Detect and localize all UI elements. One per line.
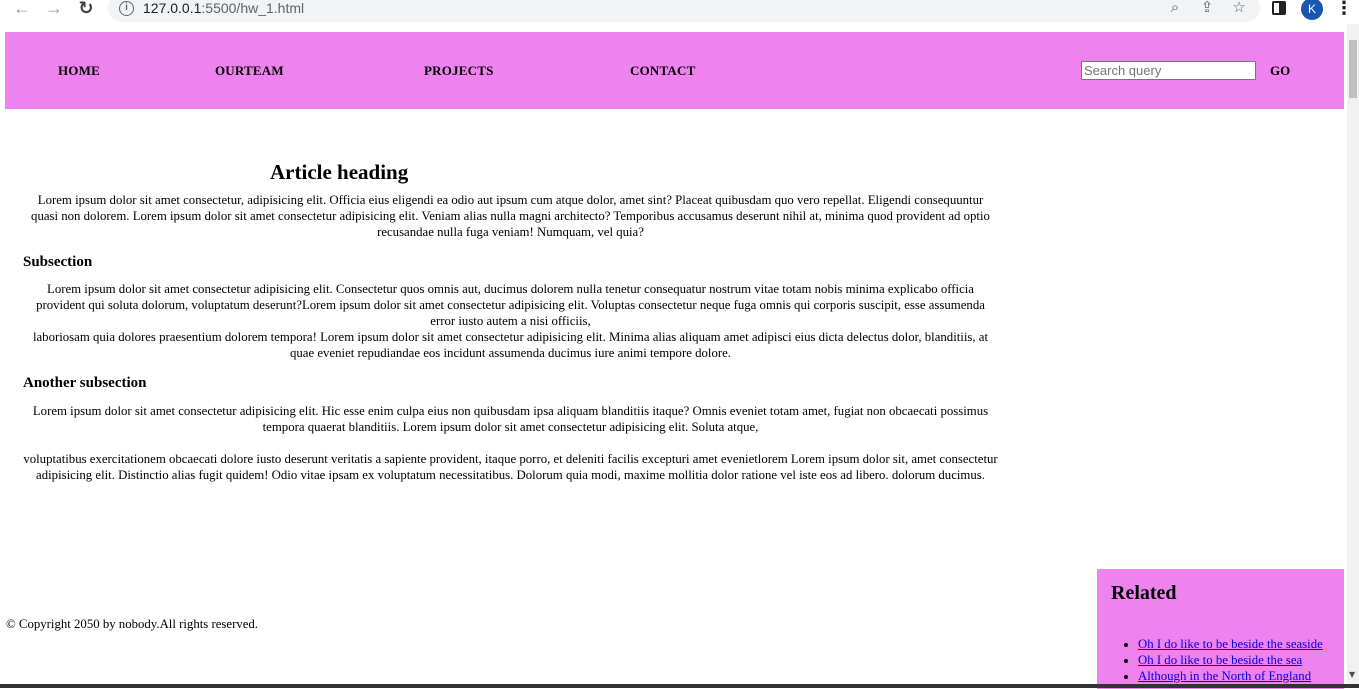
- address-bar[interactable]: i 127.0.0.1:5500/hw_1.html ⌕ ⇪ ☆: [108, 0, 1260, 22]
- zoom-icon[interactable]: ⌕: [1166, 0, 1184, 18]
- article-heading: Article heading: [270, 160, 409, 184]
- subsection-heading: Subsection: [23, 254, 93, 270]
- related-heading: Related: [1111, 582, 1177, 604]
- url-host: 127.0.0.1: [143, 0, 202, 16]
- related-link-seaside[interactable]: Oh I do like to be beside the seaside: [1138, 637, 1323, 651]
- page-content: HOME OURTEAM PROJECTS CONTACT GO Article…: [0, 24, 1359, 689]
- bookmark-star-icon[interactable]: ☆: [1230, 0, 1248, 18]
- related-item: Oh I do like to be beside the sea: [1138, 652, 1323, 668]
- article: Article heading Lorem ipsum dolor sit am…: [23, 158, 998, 483]
- url-text[interactable]: 127.0.0.1:5500/hw_1.html: [143, 0, 304, 16]
- footer-copyright: © Copyright 2050 by nobody.All rights re…: [6, 617, 259, 631]
- site-header: HOME OURTEAM PROJECTS CONTACT GO: [5, 32, 1344, 109]
- related-item: Oh I do like to be beside the seaside: [1138, 636, 1323, 652]
- another-subsection-paragraph-1: Lorem ipsum dolor sit amet consectetur a…: [32, 404, 989, 434]
- related-panel: Related Oh I do like to be beside the se…: [1097, 569, 1344, 689]
- related-item: Although in the North of England: [1138, 668, 1323, 684]
- browser-menu-icon[interactable]: ⋮: [1335, 0, 1353, 19]
- reload-icon[interactable]: ↻: [74, 0, 98, 18]
- search-input[interactable]: [1081, 61, 1256, 80]
- nav-projects[interactable]: PROJECTS: [424, 63, 494, 79]
- subsection-paragraph: Lorem ipsum dolor sit amet consectetur a…: [23, 281, 998, 361]
- subsection-line-1: Lorem ipsum dolor sit amet consectetur a…: [36, 282, 985, 328]
- vertical-scrollbar[interactable]: ▼: [1347, 24, 1359, 688]
- forward-arrow-icon[interactable]: →: [42, 0, 66, 18]
- another-subsection-heading: Another subsection: [23, 375, 147, 391]
- scroll-down-arrow-icon[interactable]: ▼: [1349, 670, 1355, 679]
- back-arrow-icon[interactable]: ←: [10, 0, 34, 18]
- scrollbar-thumb[interactable]: [1349, 40, 1357, 98]
- browser-toolbar: ← → ↻ i 127.0.0.1:5500/hw_1.html ⌕ ⇪ ☆ K…: [0, 0, 1359, 24]
- related-links-list: Oh I do like to be beside the seaside Oh…: [1111, 636, 1323, 684]
- related-link-north-england[interactable]: Although in the North of England: [1138, 669, 1311, 683]
- nav-ourteam[interactable]: OURTEAM: [215, 63, 284, 79]
- subsection-line-2: laboriosam quia dolores praesentium dolo…: [32, 330, 989, 360]
- go-button[interactable]: GO: [1270, 63, 1290, 79]
- article-intro: Lorem ipsum dolor sit amet consectetur, …: [31, 193, 990, 239]
- nav-home[interactable]: HOME: [58, 63, 100, 79]
- related-link-sea[interactable]: Oh I do like to be beside the sea: [1138, 653, 1302, 667]
- site-info-icon[interactable]: i: [119, 1, 134, 16]
- nav-contact[interactable]: CONTACT: [630, 63, 695, 79]
- another-subsection-paragraph-2: voluptatibus exercitationem obcaecati do…: [23, 452, 998, 482]
- url-path: :5500/hw_1.html: [201, 0, 305, 16]
- profile-avatar[interactable]: K: [1301, 0, 1323, 20]
- share-icon[interactable]: ⇪: [1198, 0, 1216, 18]
- window-bottom-edge: [0, 684, 1359, 688]
- side-panel-icon[interactable]: [1272, 1, 1286, 15]
